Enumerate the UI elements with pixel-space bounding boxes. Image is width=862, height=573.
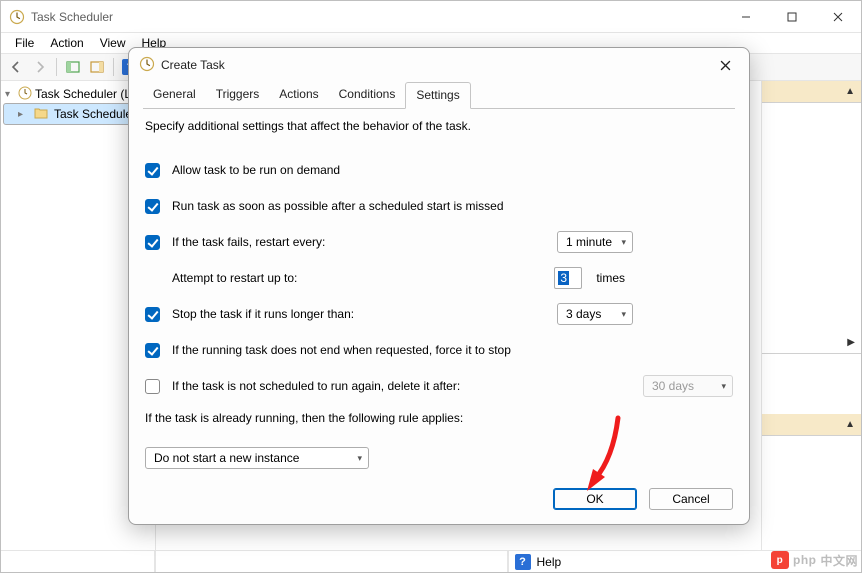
dialog-titlebar[interactable]: Create Task <box>129 48 749 82</box>
chevron-down-icon: ▾ <box>721 381 726 392</box>
tab-triggers[interactable]: Triggers <box>206 82 270 109</box>
main-title: Task Scheduler <box>31 10 723 24</box>
window-controls <box>723 1 861 32</box>
watermark-logo-icon: p <box>771 551 789 569</box>
checkbox-allow-on-demand[interactable] <box>145 163 160 178</box>
tree-child-label: Task Schedule <box>54 107 132 121</box>
checkbox-restart-every[interactable] <box>145 235 160 250</box>
expand-icon[interactable]: ▸ <box>18 109 28 120</box>
label-stop-longer: Stop the task if it runs longer than: <box>172 307 557 321</box>
app-clock-icon <box>9 9 25 25</box>
cancel-button[interactable]: Cancel <box>649 488 733 510</box>
actions-collapse-1[interactable]: ▲ <box>762 81 861 103</box>
clock-icon <box>17 85 33 104</box>
select-restart-interval-value: 1 minute <box>566 235 612 249</box>
maximize-button[interactable] <box>769 1 815 32</box>
label-run-asap: Run task as soon as possible after a sch… <box>172 199 733 213</box>
row-restart-every: If the task fails, restart every: 1 minu… <box>145 231 733 253</box>
menu-action[interactable]: Action <box>42 34 91 52</box>
tab-conditions[interactable]: Conditions <box>329 82 406 109</box>
chevron-up-icon: ▲ <box>845 86 855 97</box>
dialog-close-button[interactable] <box>705 51 745 79</box>
create-task-dialog: Create Task General Triggers Actions Con… <box>128 47 750 525</box>
folder-icon <box>34 106 48 123</box>
nav-forward-button[interactable] <box>29 56 51 78</box>
show-hide-action-button[interactable] <box>86 56 108 78</box>
watermark-text: 中文网 <box>820 552 858 569</box>
checkbox-delete-after[interactable] <box>145 379 160 394</box>
select-running-rule-value: Do not start a new instance <box>154 451 299 465</box>
main-titlebar[interactable]: Task Scheduler <box>1 1 861 33</box>
checkbox-stop-longer[interactable] <box>145 307 160 322</box>
chevron-right-icon: ▶ <box>847 337 855 348</box>
toolbar-separator <box>56 58 57 76</box>
show-hide-tree-button[interactable] <box>62 56 84 78</box>
chevron-up-icon: ▲ <box>845 419 855 430</box>
select-stop-longer-value: 3 days <box>566 307 601 321</box>
label-restart-every: If the task fails, restart every: <box>172 235 557 249</box>
input-attempt-count[interactable]: 3 <box>554 267 582 289</box>
row-allow-on-demand: Allow task to be run on demand <box>145 159 733 181</box>
status-mid <box>160 551 509 572</box>
chevron-down-icon: ▾ <box>621 237 626 248</box>
label-attempt-suffix: times <box>596 271 625 285</box>
row-delete-after: If the task is not scheduled to run agai… <box>145 375 733 397</box>
actions-pane: ▲ ▶ ▲ <box>761 81 861 550</box>
chevron-down-icon: ▾ <box>621 309 626 320</box>
label-delete-after: If the task is not scheduled to run agai… <box>172 379 643 393</box>
row-run-asap: Run task as soon as possible after a sch… <box>145 195 733 217</box>
watermark: p php 中文网 <box>771 551 858 569</box>
select-restart-interval[interactable]: 1 minute ▾ <box>557 231 633 253</box>
select-delete-after-value: 30 days <box>652 379 694 393</box>
select-delete-after: 30 days ▾ <box>643 375 733 397</box>
close-button[interactable] <box>815 1 861 32</box>
label-rule-intro: If the task is already running, then the… <box>145 411 463 425</box>
tab-general[interactable]: General <box>143 82 206 109</box>
toolbar-separator <box>113 58 114 76</box>
status-bar: ? Help <box>1 550 861 572</box>
chevron-down-icon: ▾ <box>357 453 362 464</box>
tab-settings[interactable]: Settings <box>405 82 470 109</box>
ok-button[interactable]: OK <box>553 488 637 510</box>
tab-strip: General Triggers Actions Conditions Sett… <box>129 82 749 109</box>
row-attempt-restart: Attempt to restart up to: 3 times <box>145 267 733 289</box>
checkbox-run-asap[interactable] <box>145 199 160 214</box>
settings-panel: Specify additional settings that affect … <box>129 109 749 478</box>
watermark-prefix: php <box>793 553 817 567</box>
status-left <box>1 551 156 572</box>
settings-intro: Specify additional settings that affect … <box>145 119 733 133</box>
tab-actions[interactable]: Actions <box>269 82 328 109</box>
row-stop-longer: Stop the task if it runs longer than: 3 … <box>145 303 733 325</box>
checkbox-force-stop[interactable] <box>145 343 160 358</box>
dialog-button-bar: OK Cancel <box>129 478 749 524</box>
tree-root-label: Task Scheduler (L <box>35 87 131 101</box>
menu-file[interactable]: File <box>7 34 42 52</box>
status-help-label: Help <box>537 555 562 569</box>
actions-collapse-2[interactable]: ▲ <box>762 414 861 436</box>
row-force-stop: If the running task does not end when re… <box>145 339 733 361</box>
minimize-button[interactable] <box>723 1 769 32</box>
select-running-rule[interactable]: Do not start a new instance ▾ <box>145 447 369 469</box>
input-attempt-count-value: 3 <box>558 271 569 285</box>
dialog-title: Create Task <box>161 58 705 72</box>
label-attempt-restart: Attempt to restart up to: <box>172 271 554 285</box>
dialog-clock-icon <box>139 56 155 75</box>
menu-view[interactable]: View <box>92 34 134 52</box>
label-force-stop: If the running task does not end when re… <box>172 343 733 357</box>
label-allow-on-demand: Allow task to be run on demand <box>172 163 733 177</box>
row-rule-intro: If the task is already running, then the… <box>145 407 733 429</box>
actions-expand[interactable]: ▶ <box>762 332 861 354</box>
collapse-icon[interactable]: ▾ <box>5 89 15 100</box>
nav-back-button[interactable] <box>5 56 27 78</box>
select-stop-longer[interactable]: 3 days ▾ <box>557 303 633 325</box>
help-icon: ? <box>515 554 531 570</box>
row-rule-select: Do not start a new instance ▾ <box>145 447 733 469</box>
